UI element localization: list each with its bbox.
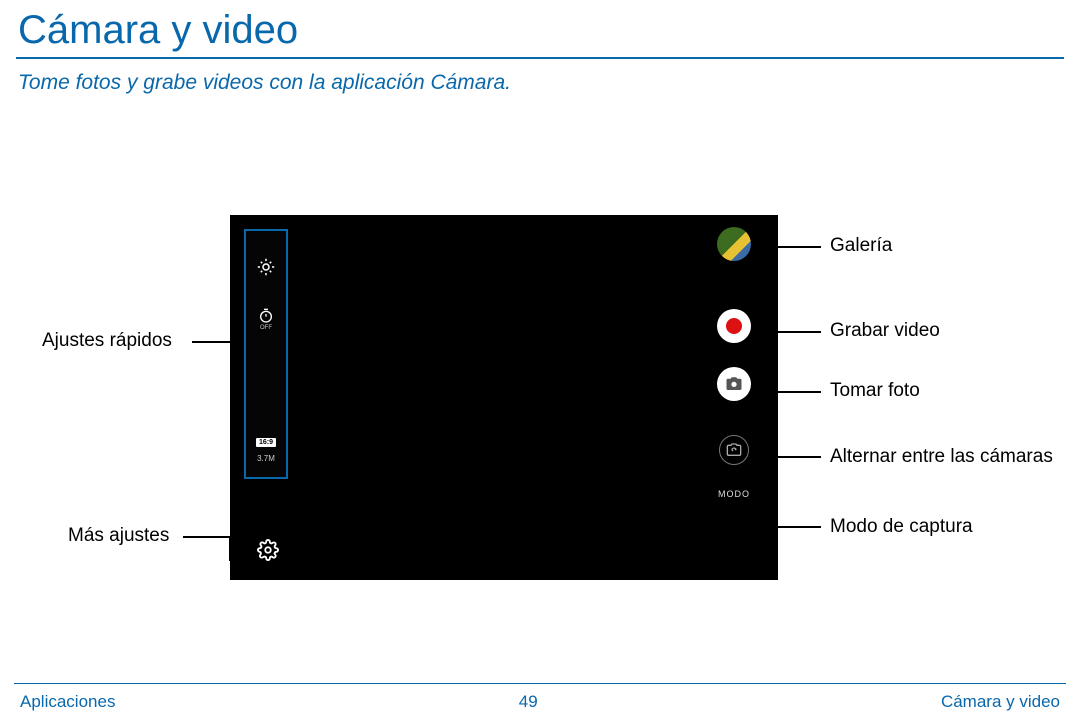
callout-switch: Alternar entre las cámaras (830, 445, 1053, 470)
footer-section: Aplicaciones (20, 692, 115, 712)
callout-line (183, 536, 229, 538)
mode-button[interactable]: MODO (712, 489, 756, 499)
brightness-icon (254, 255, 278, 279)
record-icon (726, 318, 742, 334)
page-title: Cámara y video (0, 0, 1080, 57)
callout-line (776, 526, 821, 528)
camera-icon (725, 375, 743, 393)
callout-line (776, 246, 821, 248)
page-footer: Aplicaciones 49 Cámara y video (0, 692, 1080, 712)
record-video-button[interactable] (717, 309, 751, 343)
switch-camera-icon (726, 442, 742, 458)
callout-quick-settings: Ajustes rápidos (42, 330, 172, 352)
callout-record: Grabar video (830, 320, 940, 342)
callout-mode: Modo de captura (830, 515, 973, 540)
right-controls: MODO (712, 227, 756, 567)
megapixels-label: 3.7M (257, 454, 275, 463)
callout-line (766, 544, 776, 546)
callout-gallery: Galería (830, 235, 892, 257)
footer-page-number: 49 (519, 692, 538, 712)
callout-line (776, 456, 821, 458)
page-subtitle: Tome fotos y grabe videos con la aplicac… (0, 67, 1080, 95)
gear-icon (257, 539, 279, 561)
take-photo-button[interactable] (717, 367, 751, 401)
callout-line (776, 331, 821, 333)
callout-shutter: Tomar foto (830, 380, 920, 402)
aspect-ratio-badge: 16:9 (256, 438, 276, 447)
title-rule (16, 57, 1064, 59)
callout-line (229, 536, 231, 559)
callout-line (229, 559, 254, 561)
camera-app-screenshot: OFF 16:9 3.7M (230, 215, 778, 580)
quick-settings-panel[interactable]: OFF 16:9 3.7M (244, 229, 288, 479)
camera-diagram: OFF 16:9 3.7M (0, 215, 1080, 615)
callout-line (192, 341, 242, 343)
switch-camera-button[interactable] (719, 435, 749, 465)
more-settings-button[interactable] (256, 538, 280, 562)
timer-icon: OFF (254, 307, 278, 331)
callout-line (776, 526, 778, 544)
footer-topic: Cámara y video (941, 692, 1060, 712)
callout-line (776, 391, 821, 393)
timer-off-label: OFF (260, 325, 272, 331)
callout-more-settings: Más ajustes (68, 525, 169, 547)
footer-rule (14, 683, 1066, 684)
gallery-button[interactable] (717, 227, 751, 261)
